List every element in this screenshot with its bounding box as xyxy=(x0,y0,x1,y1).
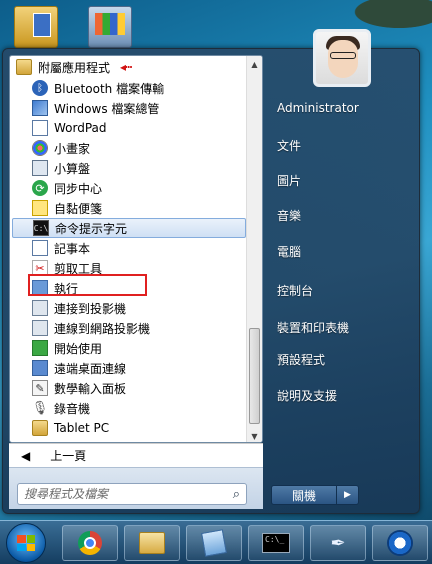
back-button[interactable]: ◀ 上一頁 xyxy=(9,443,263,467)
app-swirl-icon xyxy=(387,530,413,556)
programs-pane: 附屬應用程式 ◂┅ ᛒ Bluetooth 檔案傳輸 Windows 檔案總管 W… xyxy=(9,55,263,443)
calculator-icon xyxy=(32,160,48,176)
program-command-prompt[interactable]: C:\ 命令提示字元 xyxy=(12,218,246,238)
program-sync-center[interactable]: ⟳ 同步中心 xyxy=(10,178,248,198)
music-link[interactable]: 音樂 xyxy=(277,207,301,224)
program-projector[interactable]: 連接到投影機 xyxy=(10,298,248,318)
program-sticky-notes[interactable]: 自黏便箋 xyxy=(10,198,248,218)
desktop-media-icon[interactable] xyxy=(88,6,132,48)
user-avatar[interactable] xyxy=(313,29,371,87)
taskbar-app[interactable] xyxy=(372,525,428,561)
accessories-label: 附屬應用程式 xyxy=(38,60,111,75)
program-sound-recorder[interactable]: 🎙 錄音機 xyxy=(10,398,248,418)
windows-logo-icon xyxy=(17,535,35,551)
search-box[interactable]: ⌕ xyxy=(17,483,247,505)
documents-link[interactable]: 文件 xyxy=(277,137,301,154)
getting-started-icon xyxy=(32,340,48,356)
programs-list: 附屬應用程式 ◂┅ ᛒ Bluetooth 檔案傳輸 Windows 檔案總管 W… xyxy=(10,56,248,442)
program-calculator[interactable]: 小算盤 xyxy=(10,158,248,178)
scroll-up-icon[interactable]: ▲ xyxy=(247,56,262,72)
windows-explorer-icon xyxy=(139,532,165,554)
taskbar-chrome[interactable] xyxy=(62,525,118,561)
pen-icon: ✒ xyxy=(330,532,346,554)
taskbar-notebook[interactable] xyxy=(186,525,242,561)
back-label: 上一頁 xyxy=(50,449,87,463)
program-remote-desktop[interactable]: 遠端桌面連線 xyxy=(10,358,248,378)
folder-tablet-pc[interactable]: Tablet PC xyxy=(10,418,248,438)
network-projector-icon xyxy=(32,320,48,336)
wordpad-icon xyxy=(32,120,48,136)
back-arrow-icon: ◀ xyxy=(21,448,31,463)
program-bluetooth[interactable]: ᛒ Bluetooth 檔案傳輸 xyxy=(10,78,248,98)
red-arrow-icon: ◂┅ xyxy=(120,60,132,74)
program-paint[interactable]: 小畫家 xyxy=(10,138,248,158)
explorer-icon xyxy=(32,100,48,116)
paint-icon xyxy=(32,140,48,156)
program-getting-started[interactable]: 開始使用 xyxy=(10,338,248,358)
scroll-thumb[interactable] xyxy=(249,328,260,424)
folder-icon xyxy=(16,59,32,75)
accessories-folder[interactable]: 附屬應用程式 ◂┅ xyxy=(10,56,248,78)
notepad-icon xyxy=(32,240,48,256)
control-panel-link[interactable]: 控制台 xyxy=(277,282,313,299)
default-programs-link[interactable]: 預設程式 xyxy=(277,351,325,368)
pictures-link[interactable]: 圖片 xyxy=(277,172,301,189)
microphone-icon: 🎙 xyxy=(31,400,49,416)
start-menu: 附屬應用程式 ◂┅ ᛒ Bluetooth 檔案傳輸 Windows 檔案總管 W… xyxy=(2,29,420,514)
bluetooth-icon: ᛒ xyxy=(32,80,48,96)
command-prompt-icon: C:\ xyxy=(33,220,49,236)
program-notepad[interactable]: 記事本 xyxy=(10,238,248,258)
sync-center-icon: ⟳ xyxy=(32,180,48,196)
devices-printers-link[interactable]: 裝置和印表機 xyxy=(277,319,349,336)
program-wordpad[interactable]: WordPad xyxy=(10,118,248,138)
remote-desktop-icon xyxy=(32,360,48,376)
programs-scrollbar[interactable]: ▲ ▼ xyxy=(246,56,262,442)
desktop-folder-icon[interactable] xyxy=(14,6,58,48)
search-icon[interactable]: ⌕ xyxy=(233,487,240,502)
program-windows-explorer[interactable]: Windows 檔案總管 xyxy=(10,98,248,118)
projector-icon xyxy=(32,300,48,316)
shutdown-button[interactable]: 關機 xyxy=(271,485,337,505)
taskbar-pen[interactable]: ✒ xyxy=(310,525,366,561)
taskbar-command-prompt[interactable]: C:\_ xyxy=(248,525,304,561)
taskbar-explorer[interactable] xyxy=(124,525,180,561)
notebook-icon xyxy=(201,529,227,557)
scroll-down-icon[interactable]: ▼ xyxy=(247,428,262,442)
start-button[interactable] xyxy=(6,523,46,563)
program-math-input[interactable]: ✎ 數學輸入面板 xyxy=(10,378,248,398)
math-input-icon: ✎ xyxy=(32,380,48,396)
folder-icon xyxy=(32,420,48,436)
shutdown-options-icon[interactable]: ▶ xyxy=(337,485,359,505)
program-network-projector[interactable]: 連線到網路投影機 xyxy=(10,318,248,338)
search-input[interactable] xyxy=(24,487,204,501)
help-support-link[interactable]: 說明及支援 xyxy=(277,387,337,404)
command-prompt-icon: C:\_ xyxy=(262,533,290,553)
computer-link[interactable]: 電腦 xyxy=(277,243,301,260)
taskbar: C:\_ ✒ xyxy=(0,520,432,564)
sticky-notes-icon xyxy=(32,200,48,216)
chrome-icon xyxy=(78,531,102,555)
user-name-link[interactable]: Administrator xyxy=(277,101,359,115)
red-highlight-box xyxy=(28,274,147,296)
